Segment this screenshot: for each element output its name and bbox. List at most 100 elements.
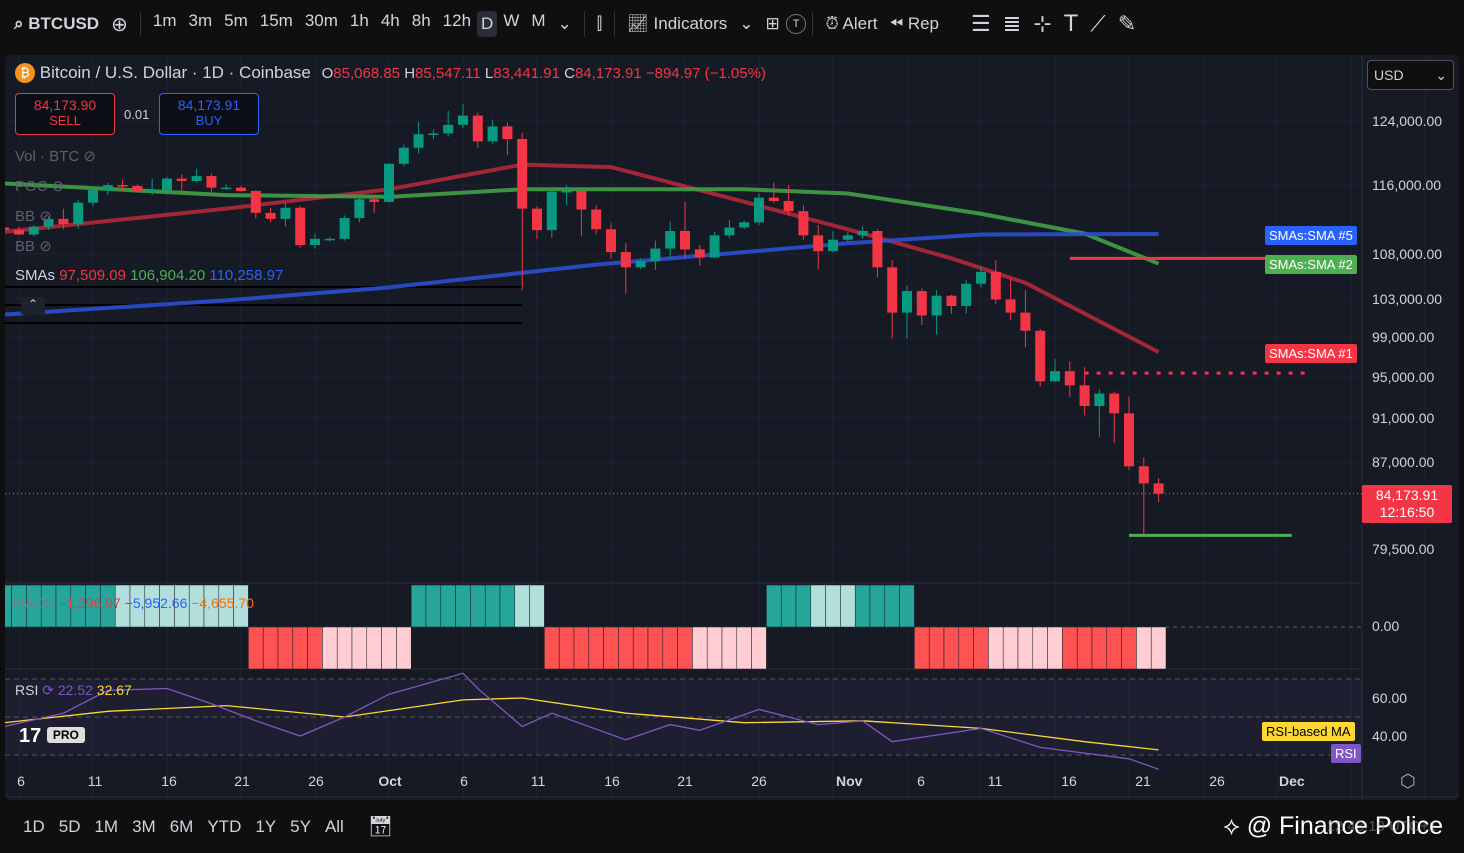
horizontal-lines-icon[interactable]: ≣ [997, 11, 1027, 37]
range-5D[interactable]: 5D [52, 817, 88, 837]
candle-body [887, 267, 898, 313]
candle-body [783, 201, 794, 212]
candle-body [236, 187, 246, 191]
indicators-label: Indicators [653, 14, 728, 33]
candles-icon[interactable]: ⫿ [591, 14, 608, 34]
range-5Y[interactable]: 5Y [283, 817, 318, 837]
refresh-icon: ⟳ [42, 682, 54, 698]
candle-body [842, 235, 853, 240]
chart-area[interactable]: ₿ Bitcoin / U.S. Dollar · 1D · Coinbase … [5, 55, 1459, 800]
smas-label: SMAs [15, 267, 56, 284]
candle-body [635, 261, 646, 268]
candle-body [502, 126, 513, 140]
text-tool-icon[interactable]: T [1058, 10, 1085, 38]
candle-body [961, 283, 972, 307]
macd-bar [943, 626, 960, 670]
divider [812, 11, 814, 37]
macd-bar [840, 584, 856, 628]
interval-1h[interactable]: 1h [344, 11, 375, 37]
chevron-down-icon[interactable]: ⌄ [552, 14, 578, 34]
hidden-eye-icon[interactable]: ⊘ [52, 178, 65, 195]
interval-3m[interactable]: 3m [182, 11, 218, 37]
interval-M[interactable]: M [525, 11, 551, 37]
candle-body [1153, 483, 1164, 494]
interval-D[interactable]: D [477, 11, 498, 37]
buy-button[interactable]: 84,173.91 BUY [159, 93, 259, 135]
close-value: 84,173.91 [574, 65, 642, 82]
macd-bar [529, 584, 545, 628]
macd-bar [721, 626, 738, 670]
chevron-down-icon[interactable]: ⌄ [733, 14, 759, 34]
replay-button[interactable]: ⏪︎ Rep [884, 14, 946, 34]
candle-body [576, 190, 587, 210]
interval-5m[interactable]: 5m [218, 11, 254, 37]
interval-12h[interactable]: 12h [437, 11, 477, 37]
range-3M[interactable]: 3M [125, 817, 163, 837]
trend-line-icon[interactable]: ⟋ [1084, 11, 1111, 37]
price-tick: 108,000.00 [1372, 246, 1443, 262]
range-6M[interactable]: 6M [163, 817, 201, 837]
interval-4h[interactable]: 4h [375, 11, 406, 37]
sell-button[interactable]: 84,173.90 SELL [15, 93, 115, 135]
candle-body [1005, 299, 1016, 313]
candle-body [591, 209, 602, 230]
time-tick: 26 [1209, 773, 1225, 789]
candle-body [102, 185, 113, 191]
add-symbol-icon[interactable]: ⊕ [105, 12, 134, 37]
poc-label: POC [15, 178, 48, 195]
macd-bar [884, 584, 900, 628]
time-tick: 11 [530, 773, 546, 789]
brush-icon[interactable]: ✎ [1112, 11, 1142, 37]
range-YTD[interactable]: YTD [200, 817, 248, 837]
chart-canvas[interactable] [5, 55, 1459, 800]
time-tick: 6 [17, 773, 25, 789]
symbol-search[interactable]: ⌕ BTCUSD [0, 14, 105, 34]
range-1Y[interactable]: 1Y [248, 817, 283, 837]
interval-list: 1m 3m 5m 15m 30m 1h 4h 8h 12h D W M [147, 11, 552, 37]
macd-bar [544, 626, 560, 670]
macd-bar [410, 584, 427, 628]
candle-body [724, 227, 735, 236]
collapse-legend-button[interactable]: ⌃ [21, 297, 45, 315]
macd-bar [262, 626, 279, 670]
candle-body [798, 211, 809, 236]
lines-icon[interactable]: ☰ [965, 11, 997, 37]
hidden-eye-icon[interactable]: ⊘ [39, 208, 52, 225]
macd-bar [470, 584, 486, 628]
candle-body [73, 202, 84, 225]
range-1D[interactable]: 1D [16, 817, 52, 837]
crosshair-box-icon[interactable]: ⊹ [1027, 11, 1057, 37]
sma2-value: 106,904.20 [130, 267, 206, 284]
range-All[interactable]: All [318, 817, 351, 837]
hidden-eye-icon[interactable]: ⊘ [83, 148, 96, 165]
macd-bar [292, 626, 308, 670]
settings-icon[interactable]: ⬡ [1400, 771, 1416, 792]
interval-30m[interactable]: 30m [299, 11, 344, 37]
bitcoin-logo-icon: ₿ [15, 63, 35, 83]
macd-bar [958, 626, 974, 670]
price-tick: 91,000.00 [1372, 410, 1435, 426]
candle-body [976, 271, 986, 284]
histogram-value: −4,655.70 [191, 595, 254, 611]
macd-bar [1032, 626, 1048, 670]
calendar-icon[interactable]: 📅︎ [361, 814, 400, 839]
candle-body [1020, 312, 1031, 331]
macd-bar [307, 626, 323, 670]
indicators-button[interactable]: 📈︎ Indicators [621, 14, 733, 34]
candle-body [813, 235, 824, 252]
time-tick: 21 [1135, 773, 1151, 789]
symbol-label: BTCUSD [28, 14, 100, 33]
currency-select[interactable]: USD ⌄ [1367, 60, 1454, 90]
alert-button[interactable]: ⏰︎ Alert [819, 14, 883, 34]
tbadge[interactable]: T [785, 14, 807, 34]
range-1M[interactable]: 1M [87, 817, 125, 837]
candle-body [162, 178, 172, 191]
interval-15m[interactable]: 15m [254, 11, 299, 37]
interval-1m[interactable]: 1m [147, 11, 183, 37]
candle-body [58, 218, 69, 225]
macd-bar [795, 584, 812, 628]
layout-grid-icon[interactable]: ⊞ [760, 14, 786, 34]
interval-8h[interactable]: 8h [406, 11, 437, 37]
interval-W[interactable]: W [497, 11, 525, 37]
hidden-eye-icon[interactable]: ⊘ [39, 238, 52, 255]
